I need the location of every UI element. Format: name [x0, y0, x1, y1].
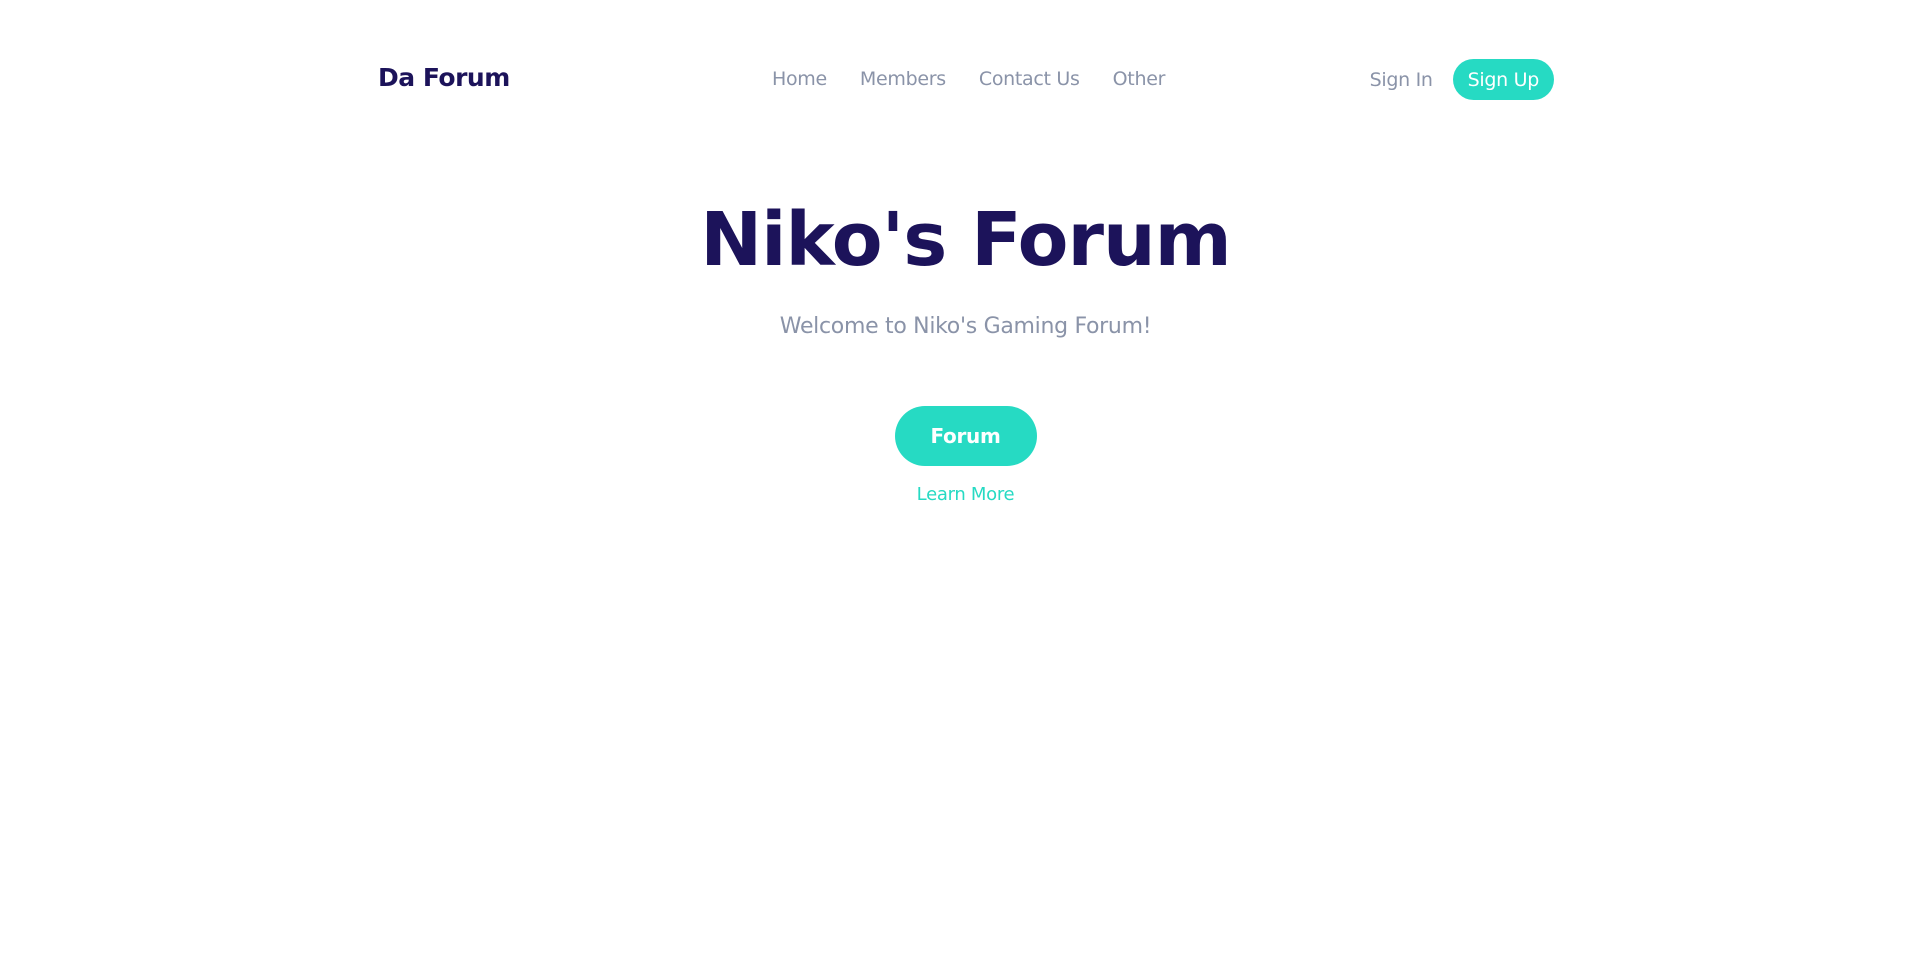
site-header: Da Forum Home Members Contact Us Other S…: [378, 56, 1554, 104]
hero-section: Niko's Forum Welcome to Niko's Gaming Fo…: [0, 190, 1920, 505]
page-subtitle: Welcome to Niko's Gaming Forum!: [779, 314, 1152, 339]
brand-logo[interactable]: Da Forum: [378, 63, 510, 92]
page-title: Niko's Forum: [700, 197, 1232, 283]
sign-in-link[interactable]: Sign In: [1370, 69, 1433, 91]
nav-contact-us[interactable]: Contact Us: [979, 68, 1080, 90]
nav-other[interactable]: Other: [1113, 68, 1166, 90]
auth-actions: Sign In Sign Up: [1370, 59, 1554, 100]
forum-button[interactable]: Forum: [894, 406, 1037, 466]
sign-up-button[interactable]: Sign Up: [1452, 59, 1554, 100]
learn-more-link[interactable]: Learn More: [0, 484, 1920, 505]
main-nav: Home Members Contact Us Other: [772, 68, 1165, 90]
nav-home[interactable]: Home: [772, 68, 827, 90]
nav-members[interactable]: Members: [860, 68, 946, 90]
